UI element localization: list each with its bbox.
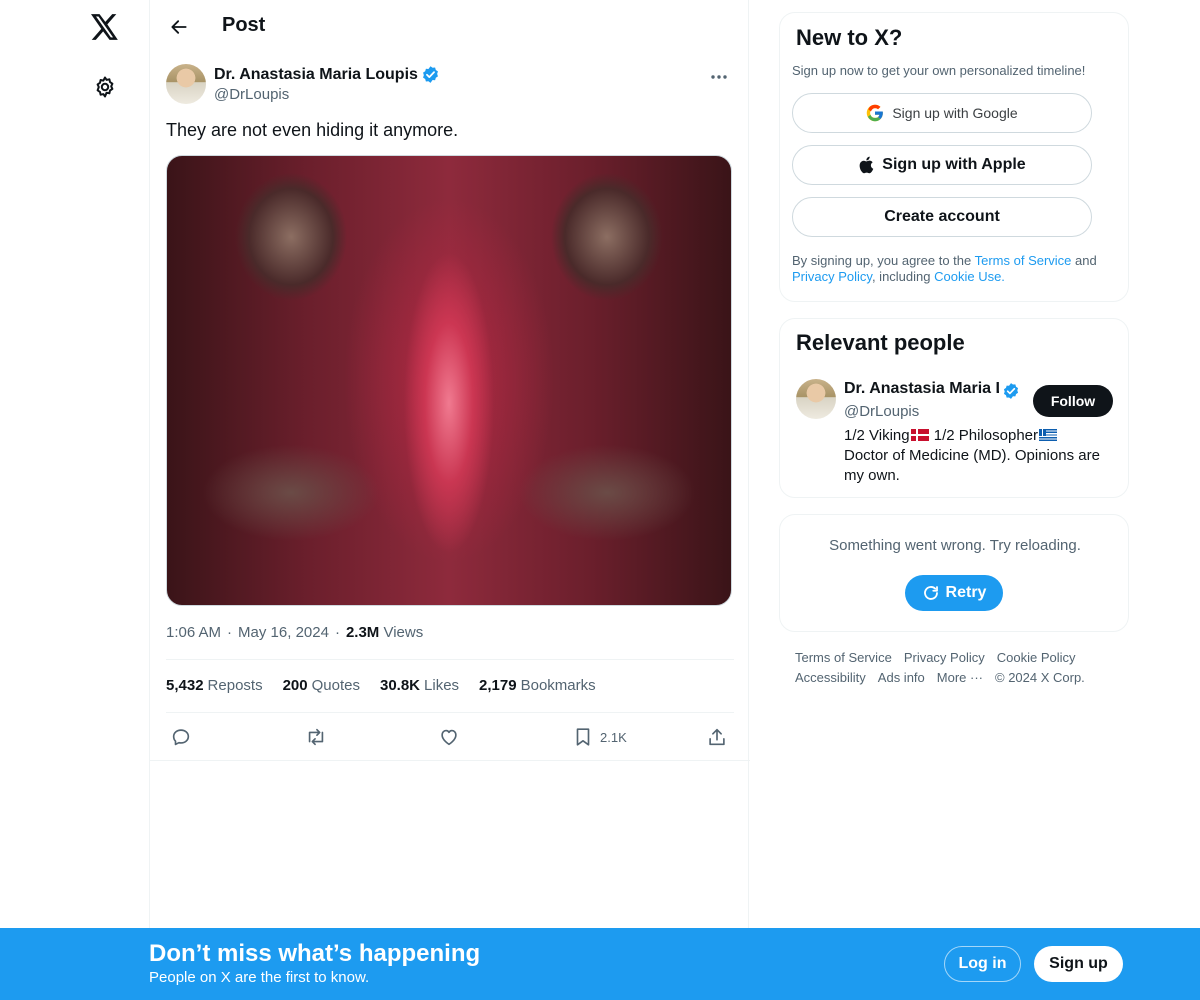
reply-icon [172, 729, 190, 746]
create-account-button[interactable]: Create account [792, 197, 1092, 237]
author-name-row[interactable]: Dr. Anastasia Maria Loupis [214, 65, 440, 84]
bookmark-icon [576, 728, 590, 746]
left-nav [0, 0, 150, 1000]
footer-ads-link[interactable]: Ads info [878, 670, 925, 685]
error-card: Something went wrong. Try reloading. Ret… [779, 514, 1129, 632]
settings-gear-icon[interactable] [90, 72, 120, 102]
likes-stat[interactable]: 30.8K Likes [380, 677, 459, 694]
google-label: Sign up with Google [892, 105, 1018, 121]
signup-google-button[interactable]: Sign up with Google [792, 93, 1092, 133]
footer-more-link[interactable]: More ··· [937, 670, 983, 685]
signup-button[interactable]: Sign up [1034, 946, 1123, 982]
verified-badge-icon [422, 66, 438, 83]
author-avatar[interactable] [166, 64, 206, 104]
post-time[interactable]: 1:06 AM [166, 624, 221, 641]
more-options-icon[interactable] [706, 66, 732, 88]
page-title: Post [222, 14, 266, 36]
bookmark-count: 2.1K [600, 729, 627, 745]
bookmark-button[interactable]: 2.1K [572, 723, 627, 751]
signup-legal-text: By signing up, you agree to the Terms of… [792, 253, 1122, 285]
signup-title: New to X? [796, 25, 903, 50]
quotes-stat[interactable]: 200 Quotes [283, 677, 360, 694]
person-handle[interactable]: @DrLoupis [844, 403, 919, 420]
post-date[interactable]: May 16, 2024 [238, 624, 329, 641]
footer-privacy-link[interactable]: Privacy Policy [904, 650, 985, 665]
bottom-bar-subtitle: People on X are the first to know. [149, 969, 370, 986]
post-views: 2.3M Views [346, 624, 423, 641]
relevant-people-title: Relevant people [796, 330, 965, 355]
post-meta: 1:06 AM · May 16, 2024 · 2.3M Views [166, 624, 423, 641]
views-label: Views [383, 624, 424, 641]
divider [150, 760, 750, 761]
legal-prefix: By signing up, you agree to the [792, 253, 975, 268]
x-logo-icon[interactable] [88, 10, 122, 44]
retry-label: Retry [945, 584, 987, 601]
create-account-label: Create account [884, 208, 1000, 225]
bottom-bar-title: Don’t miss what’s happening [149, 940, 481, 967]
repost-icon [308, 728, 324, 746]
person-name[interactable]: Dr. Anastasia Maria Loupis [844, 380, 999, 398]
signup-subtitle: Sign up now to get your own personalized… [792, 63, 1086, 78]
footer-accessibility-link[interactable]: Accessibility [795, 670, 866, 685]
bio-text: Doctor of Medicine (MD). Opinions are my… [844, 447, 1100, 484]
post-image[interactable] [166, 155, 732, 606]
divider [166, 712, 734, 713]
bookmarks-stat[interactable]: 2,179 Bookmarks [479, 677, 596, 694]
privacy-link[interactable]: Privacy Policy [792, 269, 872, 284]
bio-text: 1/2 Viking [844, 427, 910, 444]
legal-including: , including [871, 269, 935, 284]
refresh-icon [923, 586, 938, 600]
author-name[interactable]: Dr. Anastasia Maria Loupis [214, 66, 418, 84]
author-handle[interactable]: @DrLoupis [214, 86, 289, 103]
main-column: Post Dr. Anastasia Maria Loupis @DrLoupi… [149, 0, 750, 1000]
post-author: Dr. Anastasia Maria Loupis @DrLoupis [166, 64, 734, 108]
cookie-use-link[interactable]: Cookie Use. [934, 269, 1005, 284]
signup-card: New to X? Sign up now to get your own pe… [779, 12, 1129, 302]
retry-button[interactable]: Retry [905, 575, 1003, 611]
error-message: Something went wrong. Try reloading. [829, 537, 1081, 554]
post-text: They are not even hiding it anymore. [166, 120, 459, 140]
person-bio: 1/2 Viking 1/2 Philosopher Doctor of Med… [844, 426, 1119, 486]
reply-button[interactable] [170, 723, 192, 751]
denmark-flag-icon [910, 429, 929, 441]
signup-apple-button[interactable]: Sign up with Apple [792, 145, 1092, 185]
footer-links: Terms of Service Privacy Policy Cookie Pol… [795, 648, 1115, 688]
share-button[interactable] [706, 723, 728, 751]
legal-and: and [1071, 253, 1097, 268]
views-count: 2.3M [345, 624, 380, 641]
apple-label: Sign up with Apple [882, 156, 1026, 173]
post-header: Post [150, 0, 750, 53]
heart-icon [441, 729, 457, 746]
bottom-signup-bar: Don’t miss what’s happening People on X … [0, 928, 1200, 1000]
terms-link[interactable]: Terms of Service [975, 253, 1072, 268]
repost-button[interactable] [304, 723, 328, 751]
post-stats: 5,432 Reposts 200 Quotes 30.8K Likes 2,179 B… [166, 677, 596, 694]
meta-separator: · [227, 624, 233, 641]
divider [166, 659, 734, 660]
apple-icon [859, 156, 874, 174]
follow-button[interactable]: Follow [1033, 385, 1113, 417]
bio-text: 1/2 Philosopher [929, 427, 1039, 444]
footer-copyright: © 2024 X Corp. [995, 670, 1085, 685]
login-button[interactable]: Log in [944, 946, 1021, 982]
post-actions: 2.1K [166, 723, 734, 751]
meta-separator: · [334, 624, 340, 641]
google-icon [867, 104, 884, 122]
verified-badge-icon [1003, 383, 1019, 399]
person-avatar[interactable] [796, 379, 836, 419]
like-button[interactable] [438, 723, 460, 751]
reposts-stat[interactable]: 5,432 Reposts [166, 677, 263, 694]
greece-flag-icon [1039, 429, 1058, 441]
back-arrow-icon[interactable] [162, 10, 196, 44]
relevant-people-card: Relevant people Dr. Anastasia Maria Loup… [779, 318, 1129, 498]
footer-cookie-link[interactable]: Cookie Policy [997, 650, 1076, 665]
share-icon [709, 728, 725, 746]
footer-terms-link[interactable]: Terms of Service [795, 650, 892, 665]
